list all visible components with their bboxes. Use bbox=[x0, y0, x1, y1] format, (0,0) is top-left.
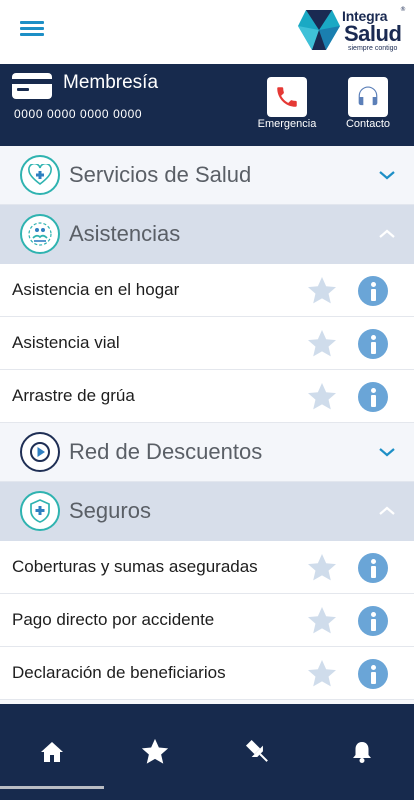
info-icon[interactable] bbox=[358, 659, 388, 689]
section-title: Asistencias bbox=[69, 221, 181, 246]
info-icon[interactable] bbox=[358, 553, 388, 583]
list-item-asistencia-hogar[interactable]: Asistencia en el hogar bbox=[0, 264, 414, 317]
list-item-coberturas[interactable]: Coberturas y sumas aseguradas bbox=[0, 541, 414, 594]
info-icon[interactable] bbox=[358, 329, 388, 359]
list-item-asistencia-vial[interactable]: Asistencia vial bbox=[0, 317, 414, 370]
membership-number: 0000 0000 0000 0000 bbox=[14, 107, 143, 121]
contact-button[interactable]: Contacto bbox=[333, 77, 403, 143]
bell-icon bbox=[353, 742, 371, 763]
home-icon bbox=[41, 742, 63, 762]
star-favorite-icon[interactable] bbox=[305, 275, 339, 307]
info-icon[interactable] bbox=[358, 606, 388, 636]
section-title: Servicios de Salud bbox=[69, 162, 252, 187]
logo-mark-icon bbox=[298, 10, 340, 50]
top-bar: Integra ® Salud siempre contigo bbox=[0, 0, 414, 64]
star-favorite-icon[interactable] bbox=[305, 605, 339, 637]
chevron-up-icon[interactable] bbox=[377, 503, 397, 519]
services-list: Servicios de Salud Asistencias Asistenci… bbox=[0, 146, 414, 704]
system-home-indicator bbox=[0, 786, 104, 789]
play-circle-icon bbox=[20, 432, 60, 472]
emergency-label: Emergencia bbox=[257, 118, 317, 130]
section-title: Seguros bbox=[69, 498, 151, 523]
membership-banner: Membresía 0000 0000 0000 0000 Emergencia… bbox=[0, 64, 414, 146]
logo-tagline: siempre contigo bbox=[348, 45, 398, 52]
integra-salud-logo: Integra ® Salud siempre contigo bbox=[296, 4, 408, 56]
pin-icon bbox=[245, 739, 268, 762]
membership-title: Membresía bbox=[63, 72, 159, 93]
nav-favorites-button[interactable] bbox=[135, 732, 175, 772]
chevron-down-icon[interactable] bbox=[377, 167, 397, 183]
logo-text-salud: Salud bbox=[344, 21, 402, 46]
list-item-label: Coberturas y sumas aseguradas bbox=[12, 557, 258, 576]
nav-home-button[interactable] bbox=[32, 732, 72, 772]
hamburger-menu-icon[interactable] bbox=[20, 19, 46, 37]
list-item-arrastre-grua[interactable]: Arrastre de grúa bbox=[0, 370, 414, 423]
hands-people-icon bbox=[20, 214, 60, 254]
app-screen: Integra ® Salud siempre contigo Membresí… bbox=[0, 0, 414, 800]
section-seguros[interactable]: Seguros bbox=[0, 482, 414, 541]
star-favorite-icon[interactable] bbox=[305, 381, 339, 413]
list-item-pago-directo[interactable]: Pago directo por accidente bbox=[0, 594, 414, 647]
star-favorite-icon[interactable] bbox=[305, 328, 339, 360]
star-favorite-icon[interactable] bbox=[305, 552, 339, 584]
chevron-down-icon[interactable] bbox=[377, 444, 397, 460]
list-item-label: Arrastre de grúa bbox=[12, 386, 135, 405]
nav-notifications-button[interactable] bbox=[342, 732, 382, 772]
star-icon bbox=[141, 738, 169, 764]
heart-plus-icon bbox=[20, 155, 60, 195]
credit-card-icon bbox=[12, 73, 52, 99]
emergency-button[interactable]: Emergencia bbox=[252, 77, 322, 143]
section-red-de-descuentos[interactable]: Red de Descuentos bbox=[0, 423, 414, 482]
headset-icon bbox=[358, 86, 378, 106]
list-item-label: Declaración de beneficiarios bbox=[12, 663, 226, 682]
section-servicios-de-salud[interactable]: Servicios de Salud bbox=[0, 146, 414, 205]
info-icon[interactable] bbox=[358, 382, 388, 412]
logo-registered-mark: ® bbox=[400, 6, 406, 13]
list-item-label: Asistencia en el hogar bbox=[12, 280, 180, 299]
phone-icon bbox=[277, 87, 297, 107]
list-item-label: Pago directo por accidente bbox=[12, 610, 215, 629]
info-icon[interactable] bbox=[358, 276, 388, 306]
shield-plus-icon bbox=[20, 491, 60, 531]
chevron-up-icon[interactable] bbox=[377, 226, 397, 242]
section-asistencias[interactable]: Asistencias bbox=[0, 205, 414, 264]
contact-label: Contacto bbox=[345, 118, 391, 130]
section-title: Red de Descuentos bbox=[69, 439, 263, 464]
list-item-declaracion-beneficiarios[interactable]: Declaración de beneficiarios bbox=[0, 647, 414, 700]
star-favorite-icon[interactable] bbox=[305, 658, 339, 690]
list-item-label: Asistencia vial bbox=[12, 333, 120, 352]
nav-pin-button[interactable] bbox=[238, 732, 278, 772]
